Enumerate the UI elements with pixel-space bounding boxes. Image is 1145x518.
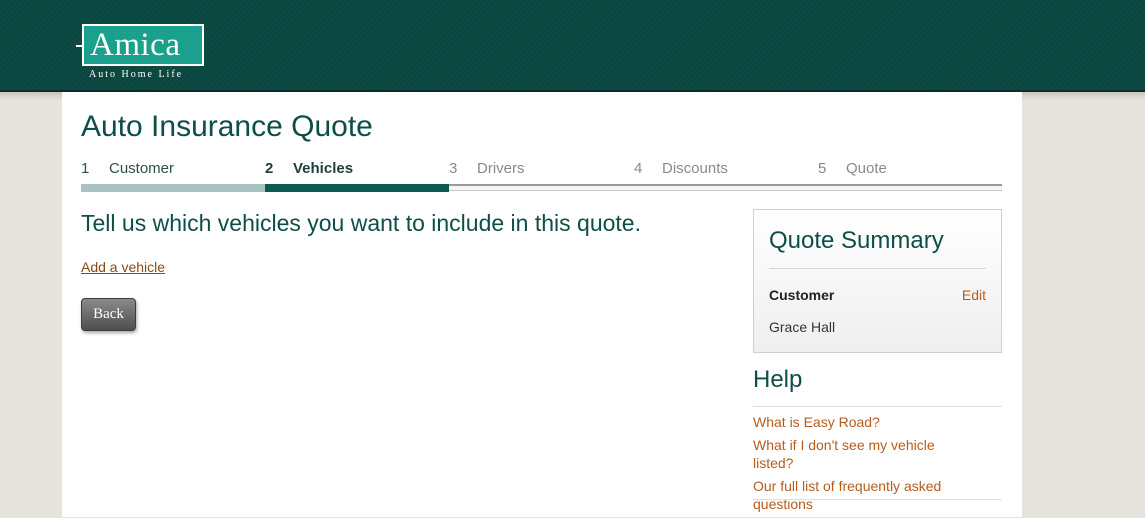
help-divider-top (753, 406, 1002, 407)
step-drivers: 3 Drivers (449, 160, 525, 186)
step-number: 2 (265, 160, 274, 177)
step-label: Quote (846, 160, 887, 177)
summary-customer-label: Customer (769, 287, 835, 303)
page-title: Auto Insurance Quote (81, 110, 373, 143)
help-links: What is Easy Road? What if I don't see m… (753, 413, 1002, 518)
step-label: Discounts (662, 160, 728, 177)
step-discounts: 4 Discounts (634, 160, 728, 186)
step-number: 3 (449, 160, 458, 177)
customer-name: Grace Hall (769, 319, 836, 335)
step-number: 1 (81, 160, 90, 177)
progress-completed-segment (81, 184, 265, 192)
logo-tagline: Auto Home Life (89, 69, 184, 80)
help-link-easy-road[interactable]: What is Easy Road? (753, 413, 953, 431)
back-button[interactable]: Back (81, 298, 136, 331)
progress-active-segment (265, 184, 449, 192)
step-label: Vehicles (293, 160, 354, 177)
step-vehicles[interactable]: 2 Vehicles (265, 160, 353, 186)
add-vehicle-link[interactable]: Add a vehicle (81, 259, 165, 275)
step-customer[interactable]: 1 Customer (81, 160, 174, 186)
amica-logo[interactable]: Amica (82, 24, 204, 66)
step-number: 5 (818, 160, 827, 177)
progress-steps: 1 Customer 2 Vehicles 3 Drivers 4 Discounts … (81, 160, 1002, 194)
step-label: Customer (109, 160, 175, 177)
help-link-vehicle-not-listed[interactable]: What if I don't see my vehicle listed? (753, 436, 953, 472)
help-divider-bottom (753, 499, 1002, 500)
step-number: 4 (634, 160, 643, 177)
step-quote: 5 Quote (818, 160, 887, 186)
step-label: Drivers (477, 160, 525, 177)
help-link-faq[interactable]: Our full list of frequently asked questi… (753, 477, 953, 513)
vehicles-prompt: Tell us which vehicles you want to inclu… (81, 210, 641, 236)
summary-divider (769, 268, 986, 269)
help-heading: Help (753, 366, 803, 393)
edit-customer-link[interactable]: Edit (962, 287, 986, 303)
main-content: Auto Insurance Quote 1 Customer 2 Vehicles… (62, 92, 1022, 517)
quote-summary-title: Quote Summary (769, 227, 944, 254)
quote-summary-panel: Quote Summary Customer Edit Grace Hall (753, 209, 1002, 353)
